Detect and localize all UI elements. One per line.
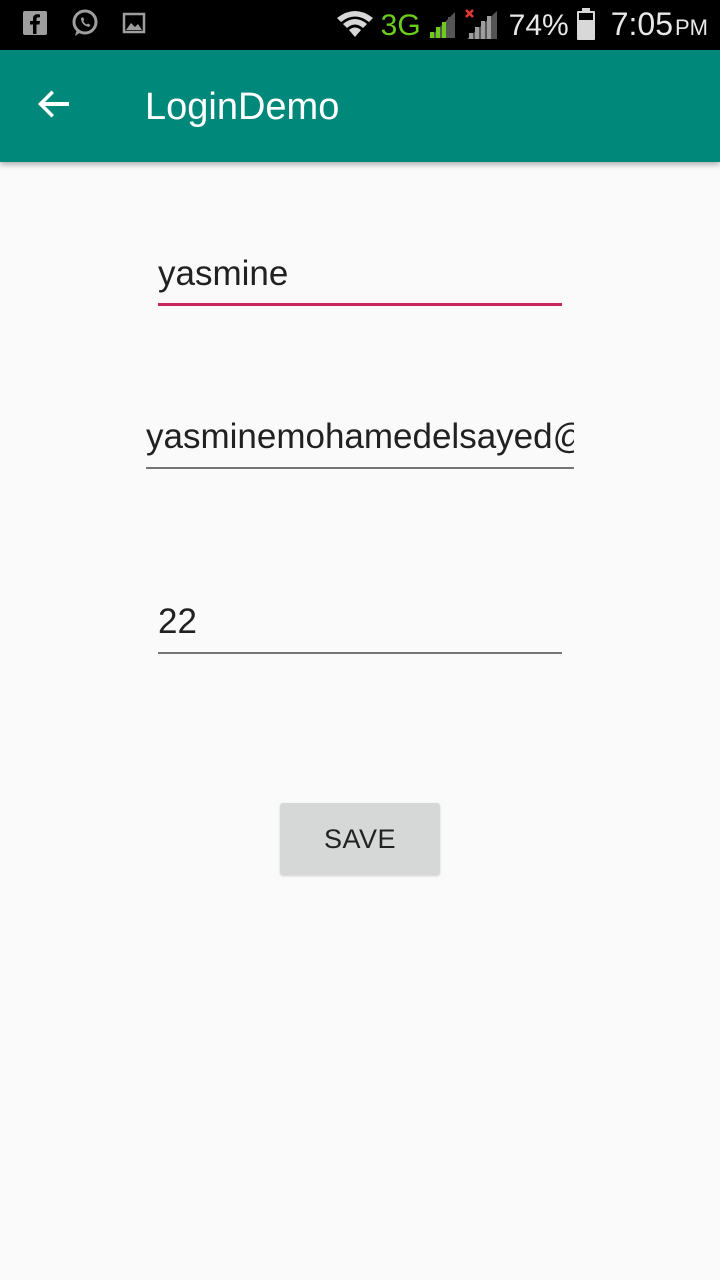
age-input[interactable] [158,594,562,650]
app-title: LoginDemo [145,86,340,128]
save-button-label: SAVE [323,823,397,854]
network-type-label: 3G [380,9,421,42]
notification-icons [22,8,146,43]
image-icon [122,11,146,40]
status-bar: 3G 74% 7:05PM [0,0,720,50]
clock-time: 7:05 [610,6,673,42]
battery-percent: 74% [508,9,569,42]
age-field-underline [158,652,562,654]
name-input[interactable] [158,246,562,302]
email-field[interactable] [146,409,574,469]
name-field[interactable] [158,246,562,306]
age-field[interactable] [158,594,562,654]
back-button[interactable] [26,78,82,134]
email-input[interactable] [146,409,574,465]
app-bar: LoginDemo [0,50,720,162]
save-button[interactable]: SAVE [280,803,440,875]
system-indicators: 3G 74% 7:05PM [335,6,708,46]
wifi-icon [335,8,375,45]
email-field-underline [146,467,574,469]
clock-ampm: PM [675,15,708,40]
arrow-back-icon [36,86,72,127]
signal-icon [427,8,457,45]
whatsapp-icon [70,8,100,43]
name-field-underline [158,303,562,306]
battery-icon [575,7,597,46]
signal-no-service-icon [463,7,499,46]
status-clock: 7:05PM [611,4,708,48]
facebook-icon [22,10,48,41]
